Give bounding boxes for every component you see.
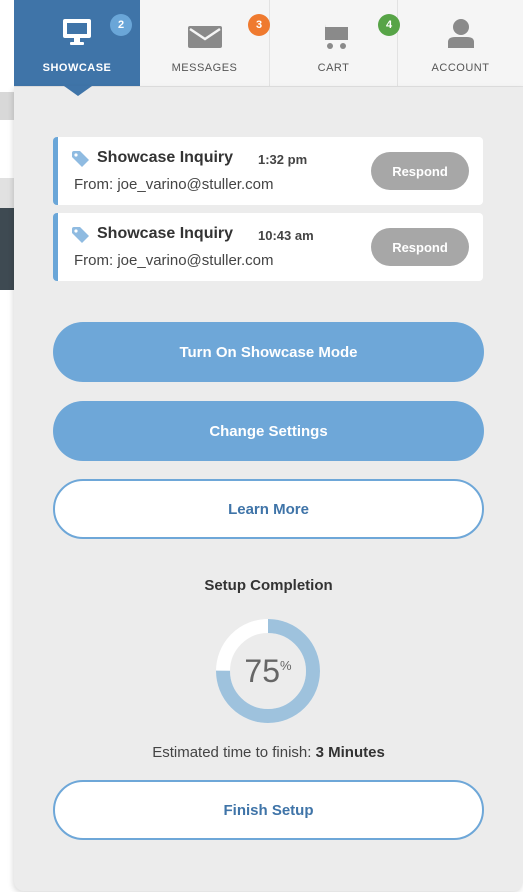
tab-showcase[interactable]: 2 SHOWCASE <box>14 0 140 86</box>
inquiry-card: Showcase Inquiry 10:43 am From: joe_vari… <box>53 213 483 281</box>
percent-sign: % <box>280 657 292 673</box>
active-tab-pointer <box>64 86 92 96</box>
cart-badge: 4 <box>378 14 400 36</box>
tab-cart[interactable]: 4 CART <box>270 0 400 86</box>
tab-label: MESSAGES <box>171 62 238 74</box>
showcase-badge: 2 <box>110 14 132 36</box>
showcase-dropdown-panel: Showcase Inquiry 1:32 pm From: joe_varin… <box>14 87 523 891</box>
background-page-strip <box>0 208 14 290</box>
envelope-icon <box>187 26 222 53</box>
respond-button[interactable]: Respond <box>371 228 469 266</box>
progress-percent: 75% <box>215 618 321 724</box>
inquiry-card: Showcase Inquiry 1:32 pm From: joe_varin… <box>53 137 483 205</box>
top-nav: 2 SHOWCASE 3 MESSAGES 4 CART ACCOUNT <box>14 0 523 87</box>
tab-label: SHOWCASE <box>42 62 112 74</box>
monitor-icon <box>62 18 92 51</box>
inquiry-time: 1:32 pm <box>258 152 308 167</box>
setup-completion-title: Setup Completion <box>204 577 333 594</box>
inquiry-title: Showcase Inquiry <box>97 225 234 242</box>
estimated-time: Estimated time to finish: 3 Minutes <box>14 744 523 761</box>
estimate-value: 3 Minutes <box>315 744 385 761</box>
background-page-strip <box>0 92 14 120</box>
tag-icon <box>72 151 90 172</box>
messages-badge: 3 <box>248 14 270 36</box>
background-page-strip <box>0 178 14 208</box>
change-settings-button[interactable]: Change Settings <box>53 401 484 461</box>
inquiry-time: 10:43 am <box>258 228 314 243</box>
inquiry-from: From: joe_varino@stuller.com <box>74 252 274 269</box>
finish-setup-button[interactable]: Finish Setup <box>53 780 484 840</box>
tab-account[interactable]: ACCOUNT <box>398 0 523 86</box>
tab-label: CART <box>317 62 350 74</box>
turn-on-showcase-mode-button[interactable]: Turn On Showcase Mode <box>53 322 484 382</box>
progress-value: 75 <box>244 652 281 689</box>
learn-more-button[interactable]: Learn More <box>53 479 484 539</box>
tab-label: ACCOUNT <box>431 62 490 74</box>
inquiry-title: Showcase Inquiry <box>97 149 234 166</box>
respond-button[interactable]: Respond <box>371 152 469 190</box>
tab-messages[interactable]: 3 MESSAGES <box>140 0 270 86</box>
user-icon <box>447 18 475 53</box>
cart-icon <box>318 22 349 55</box>
tag-icon <box>72 227 90 248</box>
estimate-label: Estimated time to finish: <box>152 744 312 761</box>
inquiry-from: From: joe_varino@stuller.com <box>74 176 274 193</box>
